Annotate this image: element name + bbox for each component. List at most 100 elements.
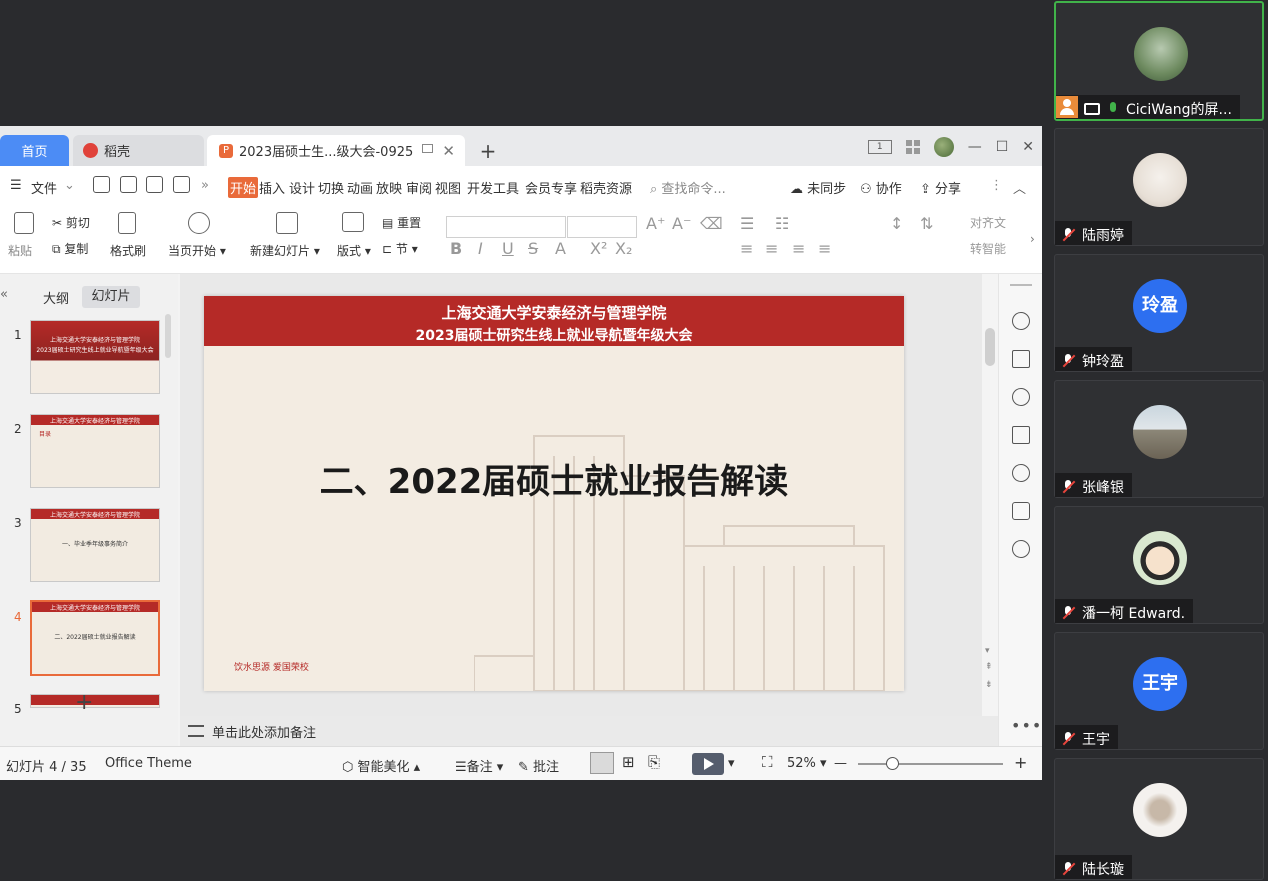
participant-tile-2[interactable]: 陆雨婷	[1054, 128, 1264, 246]
scrollbar-thumb[interactable]	[985, 328, 995, 366]
beautify-button[interactable]: ⬡ 智能美化 ▴	[342, 756, 420, 775]
zoom-out-button[interactable]: —	[834, 756, 847, 771]
copy-button[interactable]: ⧉ 复制	[52, 240, 88, 257]
align-center-icon[interactable]: ≡	[765, 239, 778, 258]
slide-title[interactable]: 二、2022届硕士就业报告解读	[204, 454, 904, 503]
apps-grid-icon[interactable]	[905, 140, 920, 154]
menu-docer-resources[interactable]: 稻壳资源	[580, 178, 632, 197]
menu-view[interactable]: 视图	[435, 178, 461, 197]
prev-slide-icon[interactable]: ⇞	[985, 662, 993, 672]
menu-start[interactable]: 开始	[228, 177, 259, 198]
strikethrough-icon[interactable]: S	[528, 239, 538, 258]
layout-icon[interactable]	[342, 212, 364, 232]
menu-review[interactable]: 审阅	[406, 178, 432, 197]
comments-button[interactable]: ✎ 批注	[518, 756, 559, 775]
menu-file[interactable]: 文件	[31, 178, 57, 197]
play-from-current-icon[interactable]	[188, 212, 210, 234]
chevron-down-icon[interactable]: ⌄	[64, 178, 75, 193]
export-icon[interactable]	[120, 176, 137, 193]
line-spacing-icon[interactable]: ⇅	[920, 214, 933, 233]
slide-canvas[interactable]: 上海交通大学安泰经济与管理学院 2023届硕士研究生线上就业导航暨年级大会 二、…	[180, 274, 998, 716]
play-slideshow-button[interactable]	[692, 753, 724, 775]
slide-thumbnail-3[interactable]: 上海交通大学安泰经济与管理学院 一、毕业季年级事务简介	[30, 508, 160, 582]
vertical-scrollbar[interactable]: ▾ ⇞ ⇟	[982, 274, 998, 716]
menu-animation[interactable]: 动画	[347, 178, 373, 197]
tab-document[interactable]: P 2023届硕士生...级大会-0925 ✕	[207, 135, 465, 166]
font-family-select[interactable]	[446, 216, 566, 238]
close-tab-icon[interactable]: ✕	[442, 142, 455, 160]
tab-slides[interactable]: 幻灯片	[82, 286, 140, 308]
bullets-icon[interactable]: ☰	[740, 214, 754, 233]
align-left-icon[interactable]: ≡	[740, 239, 753, 258]
notes-toggle-button[interactable]: ☰备注 ▾	[455, 756, 503, 775]
justify-icon[interactable]: ≡	[818, 239, 831, 258]
bold-icon[interactable]: B	[450, 239, 462, 258]
reading-view-icon[interactable]: ⎘	[648, 753, 660, 771]
participant-tile-4[interactable]: 张峰银	[1054, 380, 1264, 498]
participant-tile-5[interactable]: 潘一柯 Edward.	[1054, 506, 1264, 624]
slide-thumbnail-1[interactable]: 上海交通大学安泰经济与管理学院 2023届硕士研究生线上就业导航暨年级大会	[30, 320, 160, 394]
format-painter-icon[interactable]	[118, 212, 136, 234]
more-tools-icon[interactable]: •••	[1011, 716, 1042, 735]
thumbnail-scrollbar[interactable]	[165, 314, 171, 358]
backup-icon[interactable]	[1012, 502, 1030, 520]
minimize-icon[interactable]: —	[968, 139, 982, 155]
menu-design[interactable]: 设计	[289, 178, 315, 197]
help-icon[interactable]	[1012, 464, 1030, 482]
decrease-font-icon[interactable]: A⁻	[672, 214, 691, 233]
sorter-view-icon[interactable]: ⊞	[622, 753, 635, 771]
normal-view-icon[interactable]	[590, 752, 614, 774]
new-tab-button[interactable]: +	[476, 135, 500, 166]
participant-tile-1[interactable]: CiciWang的屏...	[1054, 1, 1264, 121]
share-button[interactable]: ⇪ 分享	[920, 178, 961, 197]
font-size-select[interactable]	[567, 216, 637, 238]
menu-insert[interactable]: 插入	[259, 178, 285, 197]
participant-tile-3[interactable]: 玲盈 钟玲盈	[1054, 254, 1264, 372]
collab-button[interactable]: ⚇ 协作	[860, 178, 902, 197]
close-window-icon[interactable]: ✕	[1022, 139, 1034, 155]
collapse-ribbon-icon[interactable]: ︿	[1013, 178, 1026, 197]
user-avatar[interactable]	[933, 137, 954, 157]
clear-format-icon[interactable]: ⌫	[700, 214, 723, 233]
play-options-icon[interactable]: ▾	[728, 756, 735, 771]
participant-tile-7[interactable]: 陆长璇	[1054, 758, 1264, 880]
save-icon[interactable]	[93, 176, 110, 193]
section-button[interactable]: ⊏ 节 ▾	[382, 240, 418, 257]
subscript-icon[interactable]: X₂	[615, 239, 632, 258]
print-icon[interactable]	[146, 176, 163, 193]
transition-icon[interactable]	[1012, 426, 1030, 444]
sync-status[interactable]: ☁ 未同步	[790, 178, 846, 197]
collapse-panel-icon[interactable]: «	[0, 287, 8, 302]
star-icon[interactable]	[1012, 388, 1030, 406]
menu-member[interactable]: 会员专享	[525, 178, 577, 197]
zoom-in-button[interactable]: +	[1014, 753, 1027, 772]
cut-button[interactable]: ✂ 剪切	[52, 214, 90, 231]
text-direction-icon[interactable]: ↕	[890, 214, 903, 233]
reset-button[interactable]: ▤ 重置	[382, 214, 421, 231]
fit-window-icon[interactable]: ⛶	[762, 753, 773, 771]
rocket-icon[interactable]	[1012, 312, 1030, 330]
align-text-button[interactable]: 对齐文	[970, 214, 1006, 231]
font-color-icon[interactable]: A	[555, 239, 566, 258]
next-slide-icon[interactable]: ⇟	[985, 680, 993, 690]
underline-icon[interactable]: U	[502, 239, 514, 258]
tab-outline[interactable]: 大纲	[43, 288, 69, 307]
slide-thumbnail-2[interactable]: 上海交通大学安泰经济与管理学院 目录	[30, 414, 160, 488]
tab-docer[interactable]: 稻壳	[73, 135, 204, 166]
more-quick-icon[interactable]: »	[201, 178, 209, 193]
paste-button[interactable]: 粘贴	[8, 242, 32, 259]
menu-developer[interactable]: 开发工具	[467, 178, 519, 197]
print-preview-icon[interactable]	[173, 176, 190, 193]
lightning-icon[interactable]	[1012, 540, 1030, 558]
participant-tile-6[interactable]: 王宇 王宇	[1054, 632, 1264, 750]
more-menu-icon[interactable]: ⋮	[990, 178, 1003, 193]
format-painter-button[interactable]: 格式刷	[110, 242, 146, 259]
notes-pane[interactable]: 单击此处添加备注	[180, 716, 998, 746]
increase-font-icon[interactable]: A⁺	[646, 214, 665, 233]
tab-home[interactable]: 首页	[0, 135, 69, 166]
slide-thumbnail-4[interactable]: 上海交通大学安泰经济与管理学院 二、2022届硕士就业报告解读	[30, 600, 160, 676]
new-slide-icon[interactable]	[276, 212, 298, 234]
adjust-icon[interactable]	[1012, 350, 1030, 368]
superscript-icon[interactable]: X²	[590, 239, 607, 258]
command-search[interactable]: ⌕ 查找命令...	[650, 178, 726, 197]
